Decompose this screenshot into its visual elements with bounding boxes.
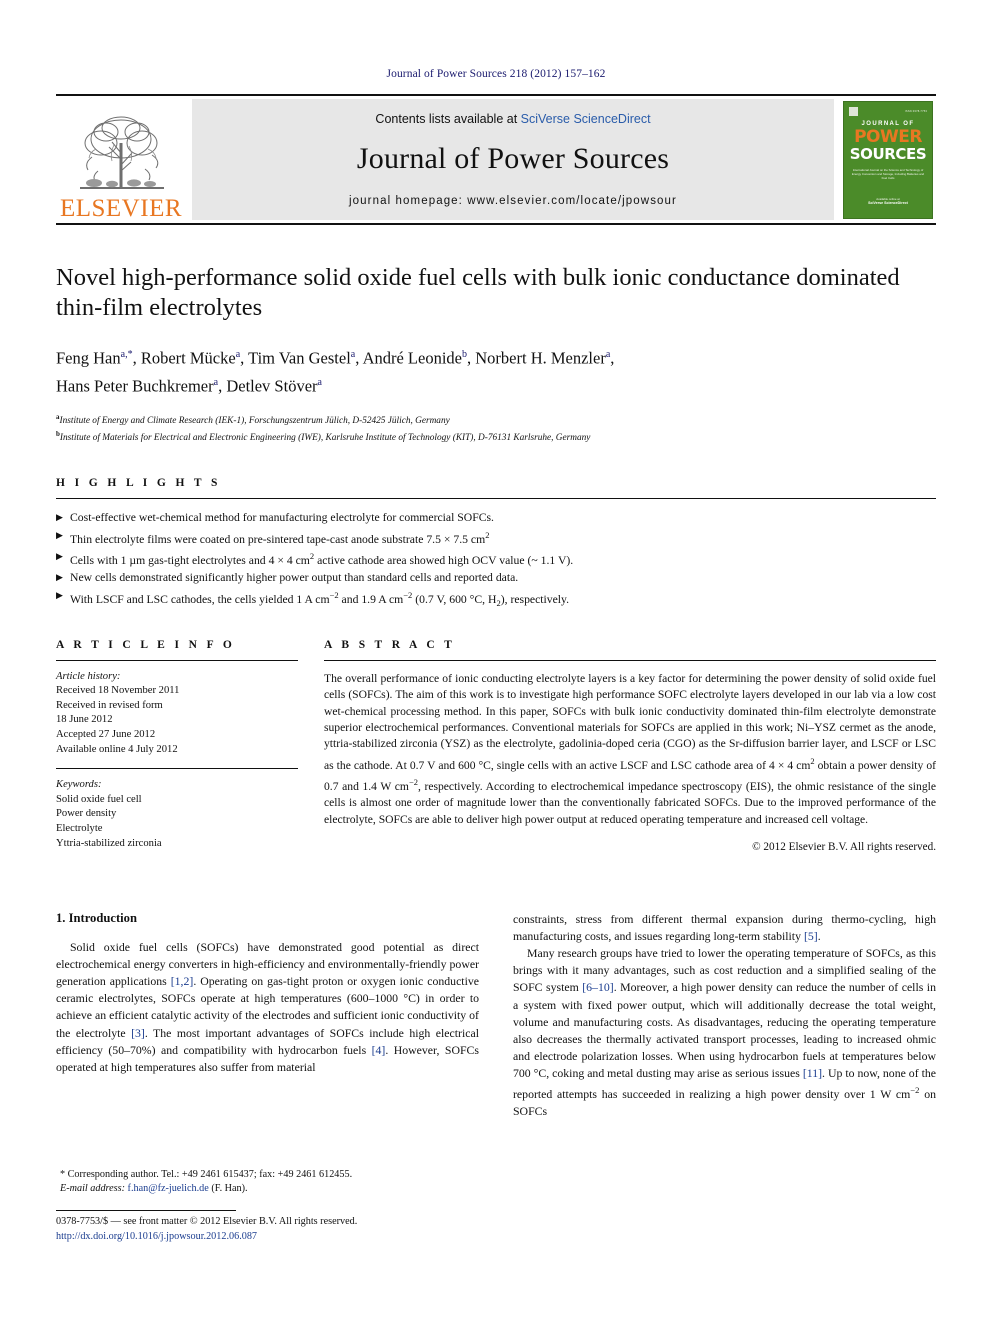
abstract-heading: A B S T R A C T xyxy=(324,638,456,651)
triangle-bullet-icon: ▶ xyxy=(56,551,63,562)
journal-masthead: ELSEVIER Contents lists available at Sci… xyxy=(56,94,936,223)
highlights-rule xyxy=(56,498,936,500)
email-suffix: (F. Han). xyxy=(211,1183,248,1195)
author-line-2: Hans Peter Buchkremera, Detlev Stövera xyxy=(56,376,322,395)
imprint-rule xyxy=(56,1210,236,1211)
citation-ref[interactable]: [4] xyxy=(372,1043,386,1057)
list-item: ▶ Thin electrolyte films were coated on p… xyxy=(56,527,936,548)
keyword-item: Electrolyte xyxy=(56,823,103,835)
abstract-column: A B S T R A C T The overall performance … xyxy=(324,639,936,853)
body-column-right: constraints, stress from different therm… xyxy=(513,911,936,1120)
affiliations: aInstitute of Energy and Climate Researc… xyxy=(56,411,936,445)
cover-line-journal-of: JOURNAL OF xyxy=(861,120,915,127)
history-item: 18 June 2012 xyxy=(56,714,113,726)
highlights-section: H I G H L I G H T S ▶ Cost-effective wet-… xyxy=(56,477,936,613)
intro-paragraph-right-2: Many research groups have tried to lower… xyxy=(513,946,936,1119)
article-info-column: A R T I C L E I N F O Article history: R… xyxy=(56,639,324,853)
email-note: E-mail address: f.han@fz-juelich.de (F. … xyxy=(56,1182,476,1196)
keywords-label: Keywords: xyxy=(56,779,102,791)
citation-ref[interactable]: [5] xyxy=(804,929,818,943)
cover-issn: ISSN 0378-7753 xyxy=(905,109,927,113)
article-body: 1. Introduction Solid oxide fuel cells (… xyxy=(56,911,936,1120)
paper-page: Journal of Power Sources 218 (2012) 157–… xyxy=(0,0,992,1323)
keyword-item: Yttria-stabilized zirconia xyxy=(56,837,162,849)
journal-title: Journal of Power Sources xyxy=(356,142,670,175)
affiliation-b-text: Institute of Materials for Electrical an… xyxy=(59,433,591,444)
running-head: Journal of Power Sources 218 (2012) 157–… xyxy=(386,68,606,80)
info-abstract-row: A R T I C L E I N F O Article history: R… xyxy=(56,639,936,853)
citation-ref[interactable]: [6–10] xyxy=(582,980,613,994)
citation-ref[interactable]: [1,2] xyxy=(171,974,194,988)
elsevier-wordmark: ELSEVIER xyxy=(59,195,183,222)
highlights-list: ▶ Cost-effective wet-chemical method for … xyxy=(56,509,936,613)
journal-cover-image: ISSN 0378-7753 JOURNAL OF POWER SOURCES … xyxy=(843,100,933,219)
history-item: Accepted 27 June 2012 xyxy=(56,729,156,741)
footnotes-block: * Corresponding author. Tel.: +49 2461 6… xyxy=(56,1168,476,1196)
doi-link[interactable]: http://dx.doi.org/10.1016/j.jpowsour.201… xyxy=(56,1231,257,1242)
affiliation-b: bInstitute of Materials for Electrical a… xyxy=(56,430,591,444)
imprint-frontmatter: 0378-7753/$ — see front matter © 2012 El… xyxy=(56,1216,358,1227)
cover-bottom-block: Available online at SciVerse ScienceDire… xyxy=(850,197,926,206)
list-item: ▶ New cells demonstrated significantly hi… xyxy=(56,569,936,587)
triangle-bullet-icon: ▶ xyxy=(56,529,63,540)
cover-line-sources: SOURCES xyxy=(849,144,927,163)
history-item: Received 18 November 2011 xyxy=(56,685,180,697)
article-info-heading: A R T I C L E I N F O xyxy=(56,638,236,651)
list-item: ▶ With LSCF and LSC cathodes, the cells y… xyxy=(56,587,936,613)
article-history-label: Article history: xyxy=(56,670,121,682)
corresponding-author-note: * Corresponding author. Tel.: +49 2461 6… xyxy=(60,1169,353,1180)
keywords-block: Keywords: Solid oxide fuel cell Power de… xyxy=(56,778,298,851)
intro-paragraph-right-1: constraints, stress from different therm… xyxy=(513,912,936,944)
cover-bottom-brand: SciVerse ScienceDirect xyxy=(868,201,908,206)
elsevier-tree-icon xyxy=(80,116,164,189)
triangle-bullet-icon: ▶ xyxy=(56,589,63,600)
list-item: ▶ Cost-effective wet-chemical method for … xyxy=(56,509,936,527)
keywords-rule xyxy=(56,768,298,770)
highlights-heading: H I G H L I G H T S xyxy=(56,477,221,490)
sciencedirect-link[interactable]: SciVerse ScienceDirect xyxy=(521,112,651,126)
keyword-item: Solid oxide fuel cell xyxy=(56,793,142,805)
triangle-bullet-icon: ▶ xyxy=(56,572,63,583)
email-label: E-mail address: xyxy=(60,1183,125,1195)
cover-elsevier-mark-icon xyxy=(849,106,858,116)
triangle-bullet-icon: ▶ xyxy=(56,512,63,523)
history-item: Available online 4 July 2012 xyxy=(56,743,178,755)
page-title: Novel high-performance solid oxide fuel … xyxy=(56,264,900,321)
abstract-copyright: © 2012 Elsevier B.V. All rights reserved… xyxy=(752,841,936,854)
section-heading-introduction: 1. Introduction xyxy=(56,911,137,926)
elsevier-logo: ELSEVIER xyxy=(56,96,186,223)
article-info-rule xyxy=(56,659,298,661)
affiliation-a: aInstitute of Energy and Climate Researc… xyxy=(56,413,450,427)
keyword-item: Power density xyxy=(56,808,117,820)
intro-paragraph-left: Solid oxide fuel cells (SOFCs) have demo… xyxy=(56,940,479,1074)
cover-subtitle: International Journal on the Science and… xyxy=(851,167,925,180)
cover-line-power: POWER xyxy=(854,126,922,147)
email-link[interactable]: f.han@fz-juelich.de xyxy=(128,1183,209,1194)
journal-cover-thumb: ISSN 0378-7753 JOURNAL OF POWER SOURCES … xyxy=(840,96,936,223)
masthead-center: Contents lists available at SciVerse Sci… xyxy=(192,99,834,220)
body-column-left: 1. Introduction Solid oxide fuel cells (… xyxy=(56,911,479,1120)
affiliation-a-text: Institute of Energy and Climate Research… xyxy=(59,416,450,427)
list-item: ▶ Cells with 1 µm gas-tight electrolytes … xyxy=(56,548,936,569)
author-line-1: Feng Hana,*, Robert Mückea, Tim Van Gest… xyxy=(56,348,615,368)
contents-prefix: Contents lists available at xyxy=(375,112,521,126)
title-block: Novel high-performance solid oxide fuel … xyxy=(56,225,936,445)
history-item: Received in revised form xyxy=(56,699,163,711)
contents-available-line: Contents lists available at SciVerse Sci… xyxy=(375,112,650,126)
cover-topbar: ISSN 0378-7753 xyxy=(849,106,927,116)
cover-bottom-label: Available online at xyxy=(876,196,900,201)
citation-ref[interactable]: [3] xyxy=(131,1026,145,1040)
article-history: Article history: Received 18 November 20… xyxy=(56,670,298,758)
abstract-text: The overall performance of ionic conduct… xyxy=(324,671,936,826)
journal-homepage[interactable]: journal homepage: www.elsevier.com/locat… xyxy=(349,195,677,207)
imprint-block: 0378-7753/$ — see front matter © 2012 El… xyxy=(56,1215,516,1244)
abstract-rule xyxy=(324,659,936,661)
author-list: Feng Hana,*, Robert Mückea, Tim Van Gest… xyxy=(56,343,936,398)
citation-ref[interactable]: [11] xyxy=(803,1066,822,1080)
